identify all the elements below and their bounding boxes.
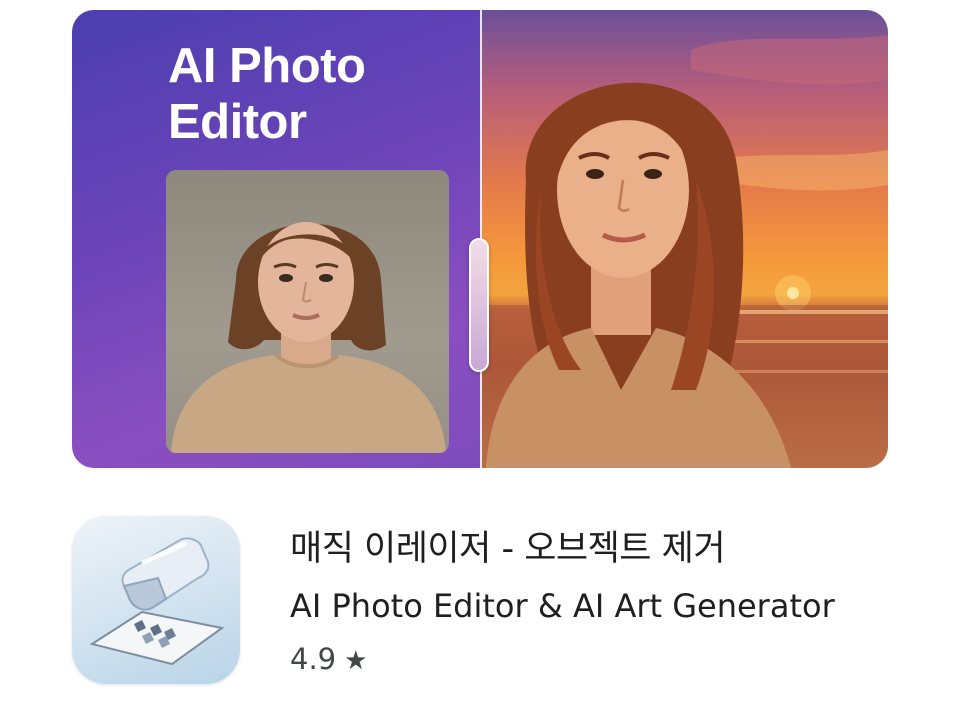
banner-title-line2: Editor bbox=[168, 95, 307, 149]
star-icon: ★ bbox=[344, 646, 368, 676]
after-portrait-image bbox=[481, 35, 888, 468]
before-photo bbox=[166, 170, 449, 453]
app-rating: 4.9 ★ bbox=[290, 642, 367, 676]
promo-banner[interactable]: AI Photo Editor bbox=[72, 10, 888, 468]
rating-value: 4.9 bbox=[290, 642, 337, 676]
banner-after-panel bbox=[481, 10, 888, 468]
app-subtitle: AI Photo Editor & AI Art Generator bbox=[290, 587, 835, 625]
compare-slider-handle[interactable] bbox=[469, 238, 489, 372]
banner-before-panel: AI Photo Editor bbox=[72, 10, 481, 468]
banner-title-line1: AI Photo bbox=[168, 39, 366, 93]
before-portrait-image bbox=[171, 222, 446, 453]
eraser-icon bbox=[89, 537, 225, 666]
app-title[interactable]: 매직 이레이저 - 오브젝트 제거 bbox=[290, 520, 726, 571]
app-icon[interactable] bbox=[72, 516, 240, 684]
banner-title: AI Photo Editor bbox=[168, 38, 468, 150]
